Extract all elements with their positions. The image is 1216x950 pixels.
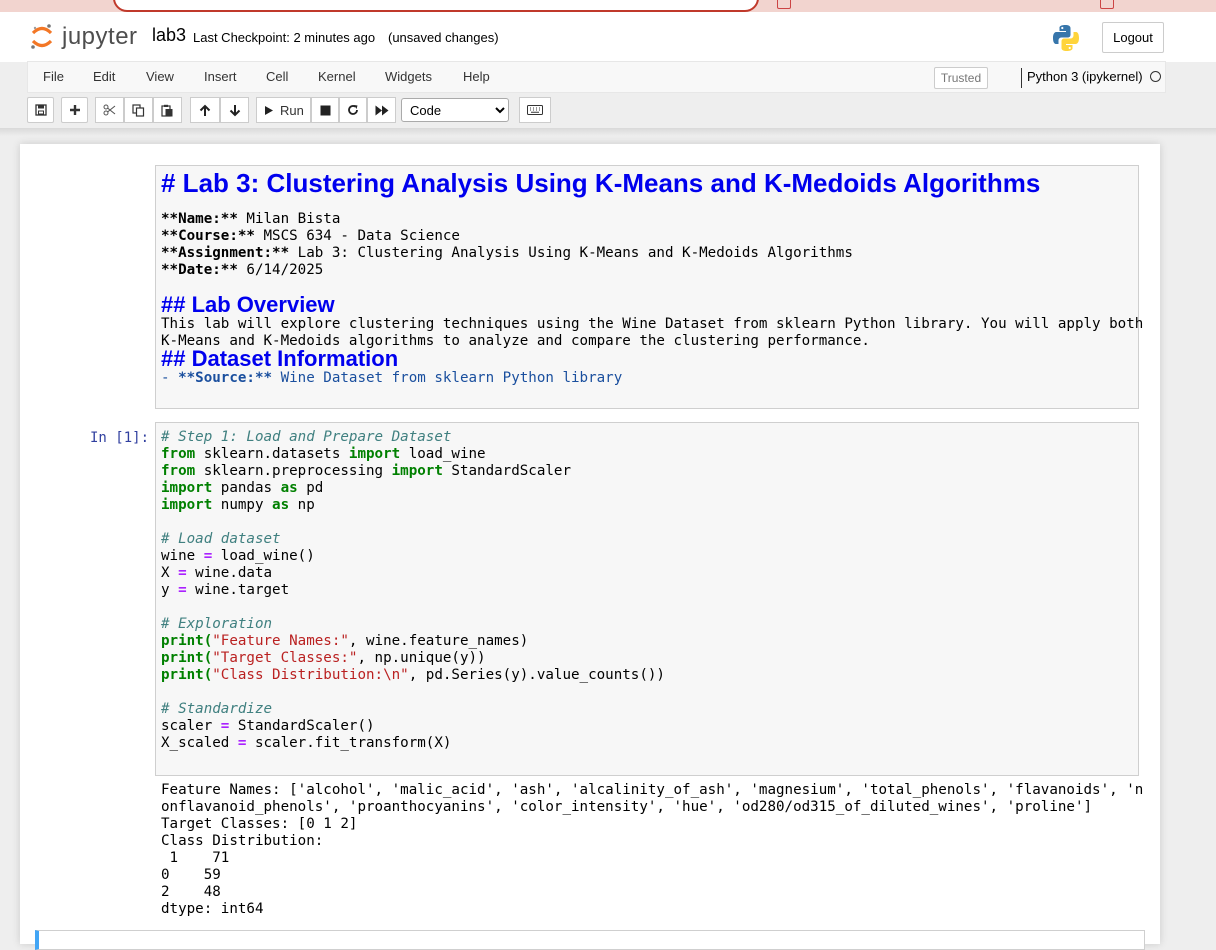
save-button[interactable]	[27, 97, 54, 123]
code-line: print("Class Distribution:\n", pd.Series…	[161, 667, 665, 683]
menu-help[interactable]: Help	[463, 69, 490, 84]
code-line: y = wine.target	[161, 582, 290, 598]
jupyter-logo[interactable]: jupyter	[30, 22, 138, 52]
copy-icon	[132, 103, 145, 117]
code-line: scaler = StandardScaler()	[161, 718, 375, 734]
notebook-name[interactable]: lab3	[152, 25, 186, 46]
run-button[interactable]: Run	[256, 97, 311, 123]
menu-view[interactable]: View	[146, 69, 174, 84]
copy-cell-button[interactable]	[124, 97, 153, 123]
code-line: # Exploration	[161, 616, 273, 632]
keyboard-icon	[527, 105, 543, 115]
browser-address-bar[interactable]	[113, 0, 759, 12]
code-line: from sklearn.datasets import load_wine	[161, 446, 486, 462]
trusted-badge[interactable]: Trusted	[934, 67, 988, 89]
code-line: import numpy as np	[161, 497, 315, 513]
date-line: **Date:** 6/14/2025	[161, 262, 324, 278]
command-palette-button[interactable]	[519, 97, 551, 123]
notebook-container: # Lab 3: Clustering Analysis Using K-Mea…	[20, 144, 1160, 950]
menu-cell[interactable]: Cell	[266, 69, 288, 84]
output-line: onflavanoid_phenols', 'proanthocyanins',…	[161, 799, 1093, 815]
output-line: 2 48	[161, 884, 221, 900]
source-line: - **Source:** Wine Dataset from sklearn …	[161, 370, 623, 386]
restart-icon	[348, 105, 358, 115]
overview-heading: ## Lab Overview	[161, 292, 335, 317]
move-cell-up-button[interactable]	[190, 97, 220, 123]
output-line: Feature Names: ['alcohol', 'malic_acid',…	[161, 782, 1144, 798]
kernel-idle-indicator-icon	[1150, 71, 1161, 82]
menu-file[interactable]: File	[43, 69, 64, 84]
cut-cell-button[interactable]	[95, 97, 124, 123]
menu-edit[interactable]: Edit	[93, 69, 115, 84]
menu-widgets[interactable]: Widgets	[385, 69, 432, 84]
code-line: print("Feature Names:", wine.feature_nam…	[161, 633, 529, 649]
paste-cell-button[interactable]	[153, 97, 182, 123]
menu-insert[interactable]: Insert	[204, 69, 237, 84]
jupyter-logo-text: jupyter	[62, 23, 138, 50]
code-line: X_scaled = scaler.fit_transform(X)	[161, 735, 452, 751]
menu-kernel[interactable]: Kernel	[318, 69, 356, 84]
name-line: **Name:** Milan Bista	[161, 211, 341, 227]
code-line: print("Target Classes:", np.unique(y))	[161, 650, 486, 666]
kernel-divider	[1021, 68, 1022, 88]
restart-run-all-button[interactable]	[367, 97, 396, 123]
code-line: from sklearn.preprocessing import Standa…	[161, 463, 572, 479]
move-cell-down-button[interactable]	[220, 97, 249, 123]
python-logo-icon	[1050, 22, 1082, 54]
run-label: Run	[280, 102, 304, 118]
cell-type-select[interactable]: Code Markdown Raw NBConvert Heading	[401, 98, 509, 122]
code-line: X = wine.data	[161, 565, 273, 581]
logout-button[interactable]: Logout	[1102, 22, 1164, 53]
stop-icon	[320, 105, 330, 115]
code-line: wine = load_wine()	[161, 548, 315, 564]
code-line: # Standardize	[161, 701, 273, 717]
output-line: dtype: int64	[161, 901, 264, 917]
output-line: Class Distribution:	[161, 833, 324, 849]
input-prompt: In [1]:	[90, 430, 150, 446]
unsaved-changes-status: (unsaved changes)	[388, 30, 499, 45]
interrupt-kernel-button[interactable]	[311, 97, 339, 123]
code-cell[interactable]: # Step 1: Load and Prepare Dataset from …	[155, 422, 1139, 776]
dataset-info-heading: ## Dataset Information	[161, 346, 399, 371]
menubar: File Edit View Insert Cell Kernel Widget…	[27, 61, 1166, 93]
arrow-down-icon	[229, 104, 240, 116]
overview-text-line-1: This lab will explore clustering techniq…	[161, 316, 1144, 332]
notebook-toolbar: Run Code Markdown Raw NBConvert Heading	[27, 97, 1166, 125]
output-line: 1 71	[161, 850, 230, 866]
fast-forward-icon	[375, 105, 388, 115]
markdown-cell[interactable]: # Lab 3: Clustering Analysis Using K-Mea…	[155, 165, 1143, 409]
output-line: 0 59	[161, 867, 221, 883]
insert-cell-button[interactable]	[61, 97, 88, 123]
browser-top-strip	[0, 0, 1216, 12]
course-line: **Course:** MSCS 634 - Data Science	[161, 228, 460, 244]
assignment-line: **Assignment:** Lab 3: Clustering Analys…	[161, 245, 853, 261]
plus-icon	[69, 105, 80, 115]
code-line: import pandas as pd	[161, 480, 324, 496]
extension-icon[interactable]	[777, 0, 791, 9]
checkpoint-status: Last Checkpoint: 2 minutes ago	[193, 30, 376, 45]
save-icon	[34, 104, 47, 116]
arrow-up-icon	[199, 104, 211, 116]
output-line: Target Classes: [0 1 2]	[161, 816, 358, 832]
restart-kernel-button[interactable]	[339, 97, 367, 123]
next-cell-selected[interactable]	[35, 930, 1145, 950]
code-line: # Load dataset	[161, 531, 281, 547]
lab-title-heading: # Lab 3: Clustering Analysis Using K-Mea…	[161, 168, 1041, 198]
paste-icon	[161, 104, 173, 117]
toolbar-shadow	[0, 128, 1216, 136]
scissors-icon	[103, 104, 116, 116]
notebook-header: jupyter lab3 Last Checkpoint: 2 minutes …	[0, 12, 1216, 62]
code-line: # Step 1: Load and Prepare Dataset	[161, 429, 452, 445]
play-icon	[265, 105, 273, 115]
kernel-name[interactable]: Python 3 (ipykernel)	[1027, 69, 1143, 84]
jupyter-logo-icon	[30, 23, 54, 51]
extension-icon[interactable]	[1100, 0, 1114, 9]
